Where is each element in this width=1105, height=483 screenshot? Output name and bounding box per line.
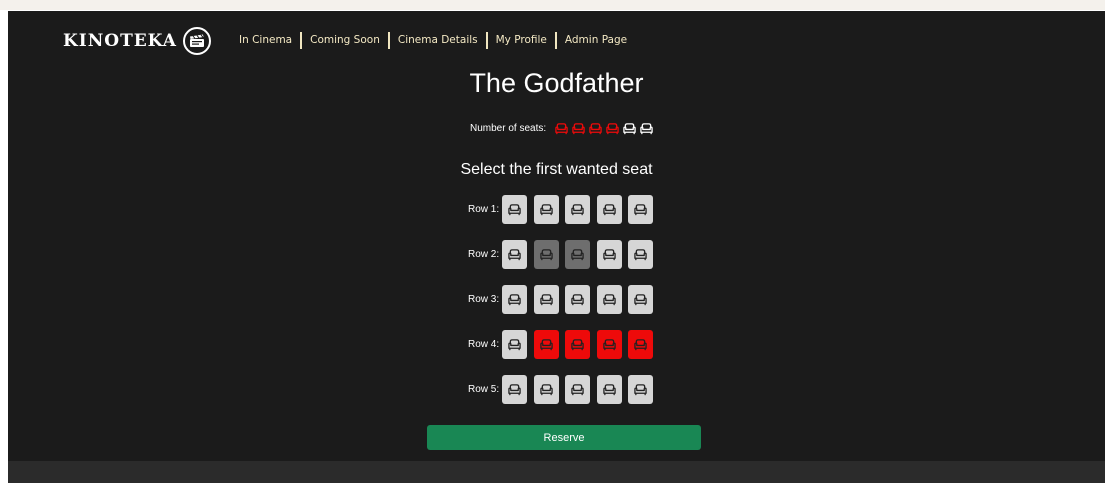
logo-text: KINOTEKA: [63, 31, 177, 51]
seat-count-selected-icon: [588, 122, 603, 135]
seat-icon: [570, 293, 585, 306]
seat-icon: [633, 203, 648, 216]
seat-reserved: [565, 240, 590, 269]
nav-link-coming-soon[interactable]: Coming Soon: [310, 34, 380, 46]
seat-icon: [633, 383, 648, 396]
seat-available[interactable]: [533, 375, 559, 404]
seat-count-selected-icon: [571, 122, 586, 135]
seat-selected[interactable]: [628, 330, 653, 359]
seat-row: Row 2:: [468, 240, 660, 269]
seat-available[interactable]: [628, 285, 653, 314]
seat-count-unselected-icon: [639, 122, 654, 135]
window-top-strip: [0, 0, 1105, 10]
nav-separator: [300, 31, 303, 49]
seat-available[interactable]: [565, 375, 590, 404]
seat-icon: [633, 293, 648, 306]
reserve-button[interactable]: Reserve: [427, 425, 701, 450]
seat-row: Row 3:: [468, 285, 660, 314]
seat-icon: [602, 338, 617, 351]
seat-available[interactable]: [502, 285, 527, 314]
seat-icon: [602, 293, 617, 306]
seat-selection-heading: Select the first wanted seat: [460, 161, 653, 178]
nav-separator: [554, 31, 557, 49]
seat-available[interactable]: [596, 195, 622, 224]
seat-available[interactable]: [596, 240, 622, 269]
clapperboard-icon: [182, 27, 211, 55]
nav-separator: [387, 31, 390, 49]
nav-link-my-profile[interactable]: My Profile: [496, 34, 547, 46]
row-label: Row 4:: [468, 339, 500, 350]
seat-available[interactable]: [533, 285, 559, 314]
seat-icon: [507, 293, 522, 306]
seat-selected[interactable]: [533, 330, 559, 359]
nav-link-in-cinema[interactable]: In Cinema: [239, 34, 292, 46]
seat-icon: [602, 248, 617, 261]
seat-available[interactable]: [502, 330, 527, 359]
seat-icon: [539, 248, 554, 261]
seat-icon: [507, 338, 522, 351]
seat-icon: [539, 383, 554, 396]
seat-count-selected-icon: [554, 122, 569, 135]
seat-icon: [602, 383, 617, 396]
seat-available[interactable]: [628, 240, 653, 269]
seat-row: Row 4:: [468, 330, 660, 359]
seat-count: Number of seats:: [470, 120, 654, 136]
seat-icon: [570, 203, 585, 216]
row-label: Row 3:: [468, 294, 500, 305]
main-nav: In Cinema Coming Soon Cinema Details My Pro…: [239, 30, 627, 50]
seat-icon: [633, 248, 648, 261]
seat-icon: [539, 293, 554, 306]
seat-selected[interactable]: [565, 330, 590, 359]
nav-separator: [485, 31, 488, 49]
nav-link-admin-page[interactable]: Admin Page: [565, 34, 627, 46]
row-label: Row 1:: [468, 204, 500, 215]
seat-grid: Row 1: Row 2: Row 3: Row 4: Row 5:: [468, 195, 660, 420]
seat-icon: [602, 203, 617, 216]
seat-icon: [507, 203, 522, 216]
seat-available[interactable]: [502, 195, 527, 224]
seat-icon: [539, 203, 554, 216]
seat-available[interactable]: [565, 195, 590, 224]
seat-available[interactable]: [565, 285, 590, 314]
nav-link-cinema-details[interactable]: Cinema Details: [398, 34, 478, 46]
seat-icon: [539, 338, 554, 351]
row-label: Row 2:: [468, 249, 500, 260]
seat-count-selected-icon: [605, 122, 620, 135]
seat-reserved: [533, 240, 559, 269]
seat-count-label: Number of seats:: [470, 122, 547, 134]
movie-title: The Godfather: [469, 68, 644, 98]
seat-icon: [570, 338, 585, 351]
seat-available[interactable]: [533, 195, 559, 224]
row-label: Row 5:: [468, 384, 500, 395]
seat-icon: [633, 338, 648, 351]
seat-row: Row 5:: [468, 375, 660, 404]
seat-icon: [570, 383, 585, 396]
seat-icon: [570, 248, 585, 261]
seat-icon: [507, 383, 522, 396]
seat-available[interactable]: [628, 195, 653, 224]
seat-available[interactable]: [502, 375, 527, 404]
seat-available[interactable]: [628, 375, 653, 404]
seat-row: Row 1:: [468, 195, 660, 224]
seat-count-indicator: [554, 122, 654, 135]
seat-selected[interactable]: [596, 330, 622, 359]
footer: [8, 461, 1105, 483]
seat-count-unselected-icon: [622, 122, 637, 135]
logo[interactable]: KINOTEKA: [63, 25, 211, 57]
seat-available[interactable]: [596, 375, 622, 404]
seat-icon: [507, 248, 522, 261]
seat-available[interactable]: [502, 240, 527, 269]
seat-available[interactable]: [596, 285, 622, 314]
page-content: KINOTEKA In Cinema Coming Soon Cinema Deta…: [8, 11, 1105, 461]
